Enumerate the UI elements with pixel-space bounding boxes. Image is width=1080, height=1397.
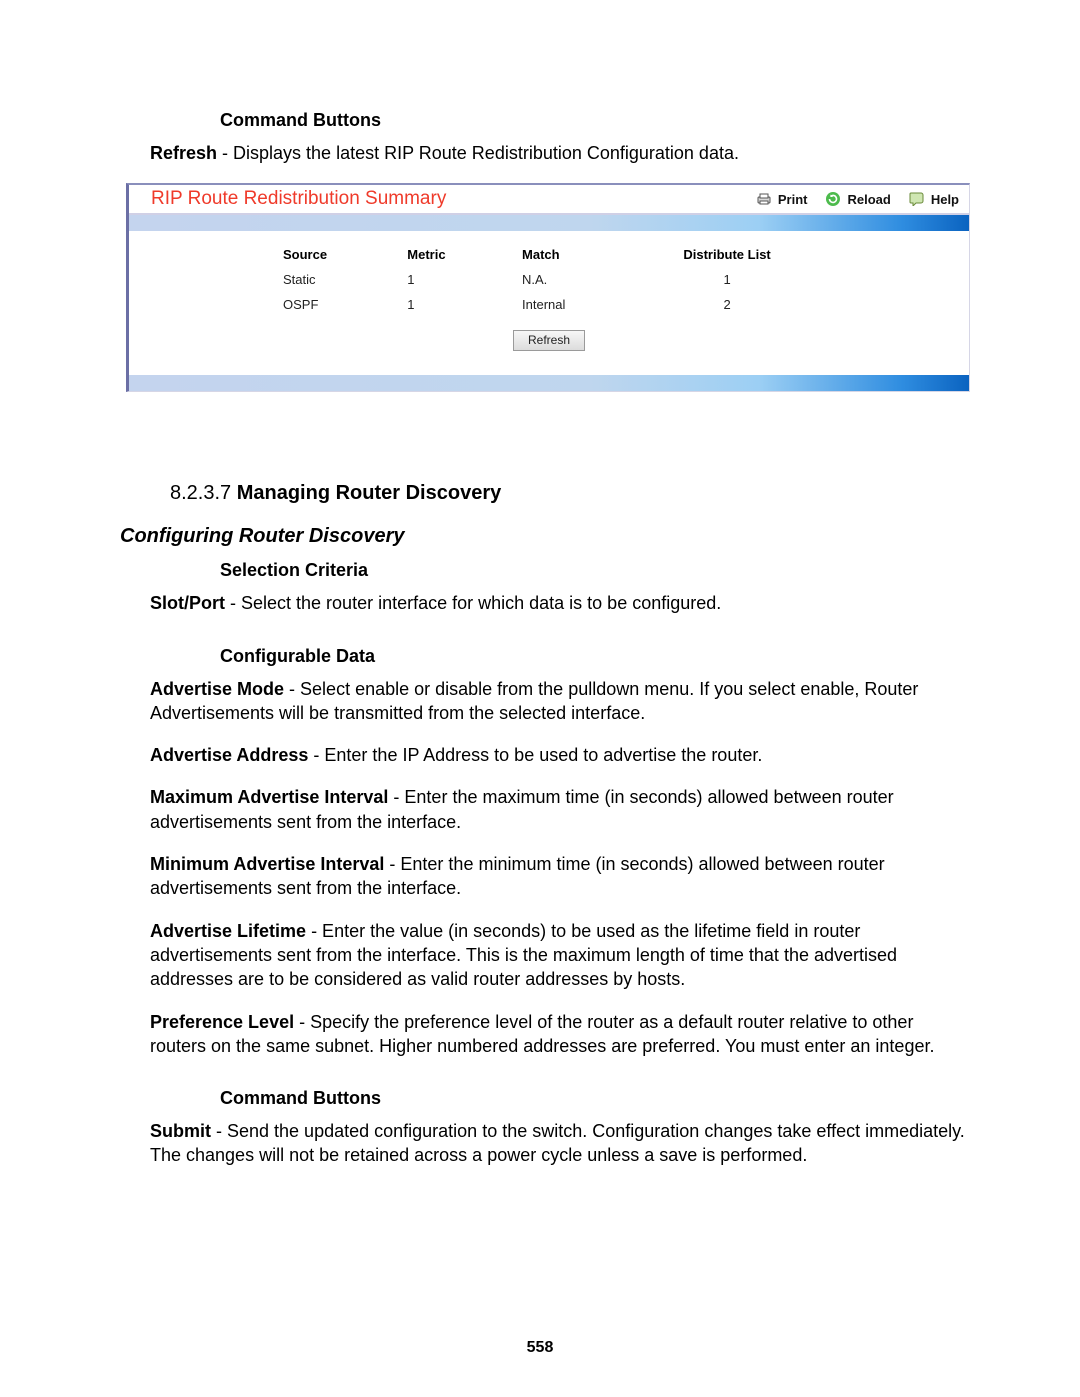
panel-spacer bbox=[129, 365, 969, 375]
cell-source: OSPF bbox=[271, 293, 393, 316]
blue-strip-top bbox=[129, 215, 969, 231]
command-buttons-heading: Command Buttons bbox=[220, 1088, 970, 1109]
summary-table: Source Metric Match Distribute List Stat… bbox=[269, 239, 829, 318]
table-header-row: Source Metric Match Distribute List bbox=[271, 241, 827, 266]
cell-distribute: 1 bbox=[633, 268, 827, 291]
panel-title: RIP Route Redistribution Summary bbox=[151, 188, 756, 210]
advertise-address-desc: Advertise Address - Enter the IP Address… bbox=[150, 743, 970, 767]
advertise-address-label: Advertise Address bbox=[150, 745, 308, 765]
submit-text: - Send the updated configuration to the … bbox=[150, 1121, 965, 1165]
configurable-data-heading: Configurable Data bbox=[220, 646, 970, 667]
table-row: OSPF 1 Internal 2 bbox=[271, 293, 827, 316]
command-buttons-heading-top: Command Buttons bbox=[220, 110, 970, 131]
cell-match: Internal bbox=[510, 293, 631, 316]
refresh-desc-text: - Displays the latest RIP Route Redistri… bbox=[217, 143, 739, 163]
cell-metric: 1 bbox=[395, 268, 508, 291]
reload-icon bbox=[825, 191, 841, 207]
submit-label: Submit bbox=[150, 1121, 211, 1141]
reload-button[interactable]: Reload bbox=[825, 191, 890, 207]
help-button[interactable]: Help bbox=[909, 192, 959, 207]
max-interval-label: Maximum Advertise Interval bbox=[150, 787, 388, 807]
section-title: Managing Router Discovery bbox=[237, 482, 502, 504]
advertise-mode-label: Advertise Mode bbox=[150, 679, 284, 699]
refresh-description: Refresh - Displays the latest RIP Route … bbox=[150, 141, 970, 165]
panel-header: RIP Route Redistribution Summary Print R… bbox=[129, 185, 969, 215]
panel-actions: Print Reload Help bbox=[756, 191, 959, 207]
rip-summary-panel: RIP Route Redistribution Summary Print R… bbox=[126, 183, 970, 392]
col-distribute: Distribute List bbox=[633, 241, 827, 266]
advertise-life-label: Advertise Lifetime bbox=[150, 921, 306, 941]
submit-desc: Submit - Send the updated configuration … bbox=[150, 1119, 970, 1168]
pref-level-label: Preference Level bbox=[150, 1012, 294, 1032]
cell-source: Static bbox=[271, 268, 393, 291]
table-row: Static 1 N.A. 1 bbox=[271, 268, 827, 291]
selection-criteria-heading: Selection Criteria bbox=[220, 560, 970, 581]
cell-distribute: 2 bbox=[633, 293, 827, 316]
advertise-mode-desc: Advertise Mode - Select enable or disabl… bbox=[150, 677, 970, 726]
min-interval-label: Minimum Advertise Interval bbox=[150, 854, 384, 874]
print-label: Print bbox=[778, 192, 808, 207]
refresh-label: Refresh bbox=[150, 143, 217, 163]
page-number: 558 bbox=[0, 1339, 1080, 1357]
slot-port-text: - Select the router interface for which … bbox=[225, 593, 721, 613]
reload-label: Reload bbox=[847, 192, 890, 207]
slot-port-desc: Slot/Port - Select the router interface … bbox=[150, 591, 970, 615]
refresh-row: Refresh bbox=[153, 324, 945, 363]
refresh-button[interactable]: Refresh bbox=[513, 330, 585, 351]
help-icon bbox=[909, 192, 925, 206]
col-metric: Metric bbox=[395, 241, 508, 266]
cell-metric: 1 bbox=[395, 293, 508, 316]
subsection-heading: Configuring Router Discovery bbox=[120, 525, 970, 548]
help-label: Help bbox=[931, 192, 959, 207]
printer-icon bbox=[756, 192, 772, 206]
summary-body: Source Metric Match Distribute List Stat… bbox=[129, 231, 969, 365]
max-interval-desc: Maximum Advertise Interval - Enter the m… bbox=[150, 785, 970, 834]
blue-strip-bottom bbox=[129, 375, 969, 391]
print-button[interactable]: Print bbox=[756, 192, 808, 207]
cell-match: N.A. bbox=[510, 268, 631, 291]
pref-level-desc: Preference Level - Specify the preferenc… bbox=[150, 1010, 970, 1059]
section-heading: 8.2.3.7 Managing Router Discovery bbox=[170, 482, 970, 505]
col-match: Match bbox=[510, 241, 631, 266]
section-number: 8.2.3.7 bbox=[170, 482, 237, 504]
advertise-address-text: - Enter the IP Address to be used to adv… bbox=[308, 745, 762, 765]
col-source: Source bbox=[271, 241, 393, 266]
advertise-life-desc: Advertise Lifetime - Enter the value (in… bbox=[150, 919, 970, 992]
page: Command Buttons Refresh - Displays the l… bbox=[0, 0, 1080, 1397]
min-interval-desc: Minimum Advertise Interval - Enter the m… bbox=[150, 852, 970, 901]
slot-port-label: Slot/Port bbox=[150, 593, 225, 613]
